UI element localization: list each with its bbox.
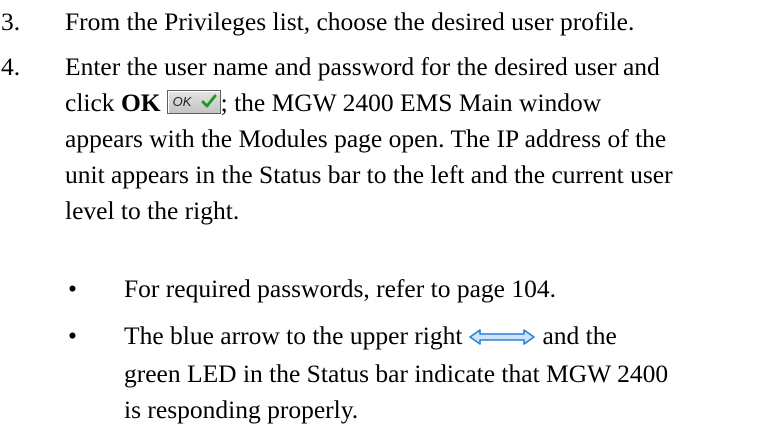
step-text-fragment: ; the MGW 2400 EMS Main window [220,88,602,117]
ok-button-label: OK [172,94,192,109]
bullet-text: For required passwords, refer to page 10… [124,274,556,303]
double-arrow-icon [468,320,536,356]
step-number: 4. [1,52,21,81]
bullet-symbol: • [68,321,77,350]
bullet-text-fragment: and the [542,321,617,350]
bullet-symbol: • [68,274,77,303]
ok-button-image: OK [166,90,221,114]
step-line: click OK OK ; the MGW 2400 EMS Main window [65,85,765,121]
step-number: 3. [1,7,21,36]
step-line: Enter the user name and password for the… [65,52,660,81]
ok-bold-label: OK [120,88,161,117]
step-line: level to the right. [65,196,240,225]
checkmark-icon [201,94,217,108]
bullet-text: The blue arrow to the upper right and the… [124,318,764,428]
step-text: From the Privileges list, choose the des… [65,7,635,36]
step-text: Enter the user name and password for the… [65,49,765,229]
step-text-fragment: click [65,88,121,117]
step-line: appears with the Modules page open. The … [65,124,667,153]
bullet-line: is responding properly. [124,395,359,424]
bullet-line: green LED in the Status bar indicate tha… [124,359,669,388]
bullet-text-fragment: The blue arrow to the upper right [124,321,463,350]
step-line: unit appears in the Status bar to the le… [65,160,673,189]
bullet-line: The blue arrow to the upper right and the [124,318,764,356]
